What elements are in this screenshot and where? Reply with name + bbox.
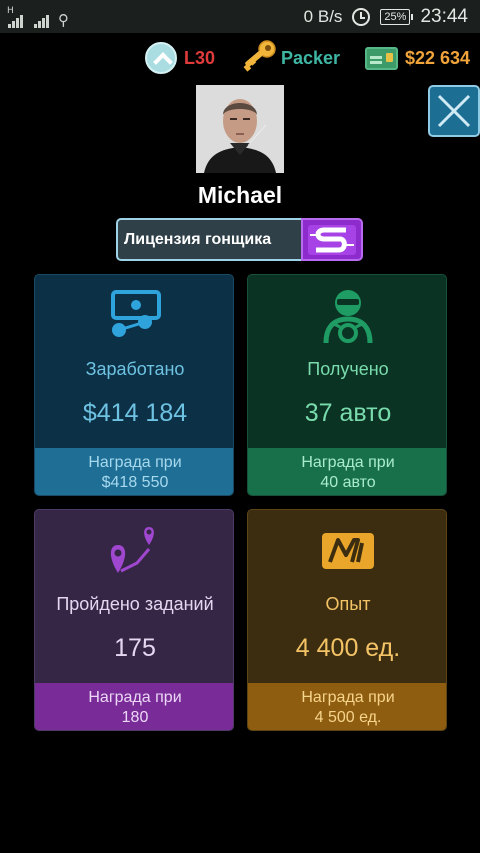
status-bar: H ⚲ 0 B/s 25% 23:44: [0, 0, 480, 33]
reward-label: Награда при: [301, 689, 395, 706]
card-value: 37 авто: [304, 399, 392, 427]
key-icon: [240, 40, 276, 76]
money-indicator[interactable]: $22 634: [365, 40, 470, 76]
reward-target: 40 авто: [320, 474, 376, 491]
racer-license[interactable]: Лицензия гонщика S: [116, 218, 363, 261]
license-grade-icon: [308, 224, 356, 255]
stat-card-cars[interactable]: Получено 37 авто Награда при 40 авто: [247, 274, 447, 496]
reward-label: Награда при: [88, 689, 182, 706]
card-reward: Награда при 4 500 ед.: [248, 683, 446, 730]
alarm-icon: [352, 7, 371, 26]
stat-card-earned[interactable]: Заработано $414 184 Награда при $418 550: [34, 274, 234, 496]
license-grade-badge: S: [301, 218, 363, 261]
level-indicator[interactable]: L30: [145, 40, 215, 76]
driver-helmet-icon: [248, 285, 446, 347]
reward-label: Награда при: [301, 454, 395, 471]
card-reward: Награда при $418 550: [35, 448, 233, 495]
status-right: 0 B/s 25% 23:44: [304, 0, 468, 33]
rank-label: Packer: [281, 47, 341, 68]
card-reward: Награда при 40 авто: [248, 448, 446, 495]
card-value: $414 184: [82, 399, 188, 427]
reward-label: Награда при: [88, 454, 182, 471]
license-label: Лицензия гонщика: [116, 218, 301, 261]
money-label: $22 634: [405, 47, 471, 68]
usb-icon: ⚲: [58, 11, 69, 29]
level-label: L30: [184, 47, 216, 68]
money-network-icon: [35, 285, 233, 347]
clock: 23:44: [420, 5, 468, 27]
avatar[interactable]: [196, 85, 284, 173]
xp-logo-icon: [248, 520, 446, 582]
chevron-up-circle-icon: [145, 42, 177, 74]
close-icon: [437, 94, 471, 128]
reward-target: $418 550: [101, 474, 169, 491]
signal-icon-2: [34, 12, 49, 28]
card-title: Опыт: [325, 594, 371, 614]
stat-card-xp[interactable]: Опыт 4 400 ед. Награда при 4 500 ед.: [247, 509, 447, 731]
card-value: 175: [114, 634, 156, 662]
player-name: Michael: [197, 182, 283, 208]
card-reward: Награда при 180: [35, 683, 233, 730]
signal-icon: H: [7, 6, 23, 28]
card-title: Заработано: [85, 359, 185, 379]
card-value: 4 400 ед.: [295, 634, 401, 662]
avatar-photo: [196, 85, 284, 173]
battery-indicator: 25%: [380, 8, 414, 25]
reward-target: 4 500 ед.: [314, 709, 382, 726]
rank-indicator[interactable]: Packer: [240, 40, 340, 76]
status-left: H ⚲: [7, 4, 69, 29]
route-pins-icon: [35, 520, 233, 582]
close-button[interactable]: [428, 85, 480, 137]
banknote-icon: [365, 46, 398, 70]
card-title: Пройдено заданий: [56, 594, 214, 614]
reward-target: 180: [121, 709, 149, 726]
card-title: Получено: [307, 359, 389, 379]
stat-card-missions[interactable]: Пройдено заданий 175 Награда при 180: [34, 509, 234, 731]
network-speed: 0 B/s: [303, 6, 343, 26]
network-type-label: H: [7, 6, 14, 16]
